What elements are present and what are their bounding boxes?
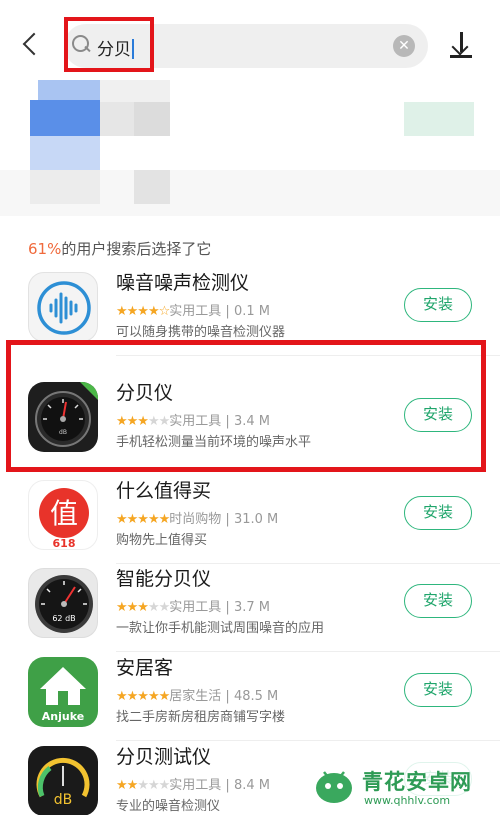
app-description: 一款让你手机能测试周围噪音的应用 [116,621,325,636]
app-size: 31.0 M [233,512,279,527]
search-highlight-box [64,17,154,72]
app-name[interactable]: 智能分贝仪 [116,564,211,591]
svg-text:值: 值 [50,497,78,530]
app-category: 时尚购物 [169,512,222,527]
section-title: 61%的用户搜索后选择了它 [28,238,211,259]
app-row[interactable]: 值 618 什么值得买 ★★★★★时尚购物 | 31.0 M 购物先上值得买 安… [0,474,500,564]
section-title-text: 的用户搜索后选择了它 [61,240,212,258]
app-name[interactable]: 什么值得买 [116,476,211,503]
app-row[interactable]: 62 dB 智能分贝仪 ★★★★★实用工具 | 3.7 M 一款让你手机能测试周… [0,562,500,652]
install-button[interactable]: 安装 [404,673,472,707]
blurred-suggestions [0,80,500,216]
app-meta: ★★★★★实用工具 | 3.7 M [116,600,270,615]
highlight-box [6,340,486,472]
app-description: 可以随身携带的噪音检测仪器 [116,325,286,340]
install-button[interactable]: 安装 [404,288,472,322]
svg-text:Anjuke: Anjuke [42,710,84,723]
install-button[interactable]: 安装 [404,584,472,618]
app-meta: ★★★★★实用工具 | 8.4 M [116,778,270,793]
watermark-title: 青花安卓网 [362,770,472,794]
app-size: 3.7 M [233,600,270,615]
percent-text: 61% [28,240,62,258]
sound-wave-icon [28,272,98,342]
watermark-url: www.qhhlv.com [364,794,451,807]
watermark: 青花安卓网 www.qhhlv.com [312,762,500,812]
rating-stars: ★★★★★ [116,778,170,793]
app-category: 实用工具 [169,600,222,615]
app-size: 8.4 M [233,778,270,793]
gauge-icon: 62 dB [28,568,98,638]
app-category: 居家生活 [169,689,222,704]
app-description: 购物先上值得买 [116,533,208,548]
download-icon[interactable] [448,30,474,60]
app-meta: ★★★★★时尚购物 | 31.0 M [116,512,279,527]
app-meta: ★★★★★居家生活 | 48.5 M [116,689,279,704]
back-arrow-icon[interactable] [18,28,46,62]
watermark-logo-icon [316,771,352,803]
app-name[interactable]: 噪音噪声检测仪 [116,268,249,295]
svg-text:618: 618 [53,537,76,550]
app-category: 实用工具 [169,778,222,793]
zhi-618-icon: 值 618 [28,480,98,550]
app-size: 48.5 M [233,689,279,704]
app-description: 专业的噪音检测仪 [116,799,221,814]
rating-stars: ★★★★☆ [116,304,170,319]
anjuke-house-icon: Anjuke [28,657,98,727]
rating-stars: ★★★★★ [116,689,170,704]
app-category: 实用工具 [169,304,222,319]
app-meta: ★★★★☆实用工具 | 0.1 M [116,304,270,319]
install-button[interactable]: 安装 [404,496,472,530]
svg-text:62 dB: 62 dB [52,614,75,623]
app-row[interactable]: Anjuke 安居客 ★★★★★居家生活 | 48.5 M 找二手房新房租房商铺… [0,651,500,741]
app-size: 0.1 M [233,304,270,319]
db-dial-icon: dB [28,746,98,815]
search-header: 分贝 ✕ [0,0,500,80]
clear-search-button[interactable]: ✕ [393,35,415,57]
svg-text:dB: dB [54,792,73,808]
rating-stars: ★★★★★ [116,600,170,615]
app-description: 找二手房新房租房商铺写字楼 [116,710,286,725]
rating-stars: ★★★★★ [116,512,170,527]
app-name[interactable]: 分贝测试仪 [116,742,211,769]
app-name[interactable]: 安居客 [116,653,173,680]
